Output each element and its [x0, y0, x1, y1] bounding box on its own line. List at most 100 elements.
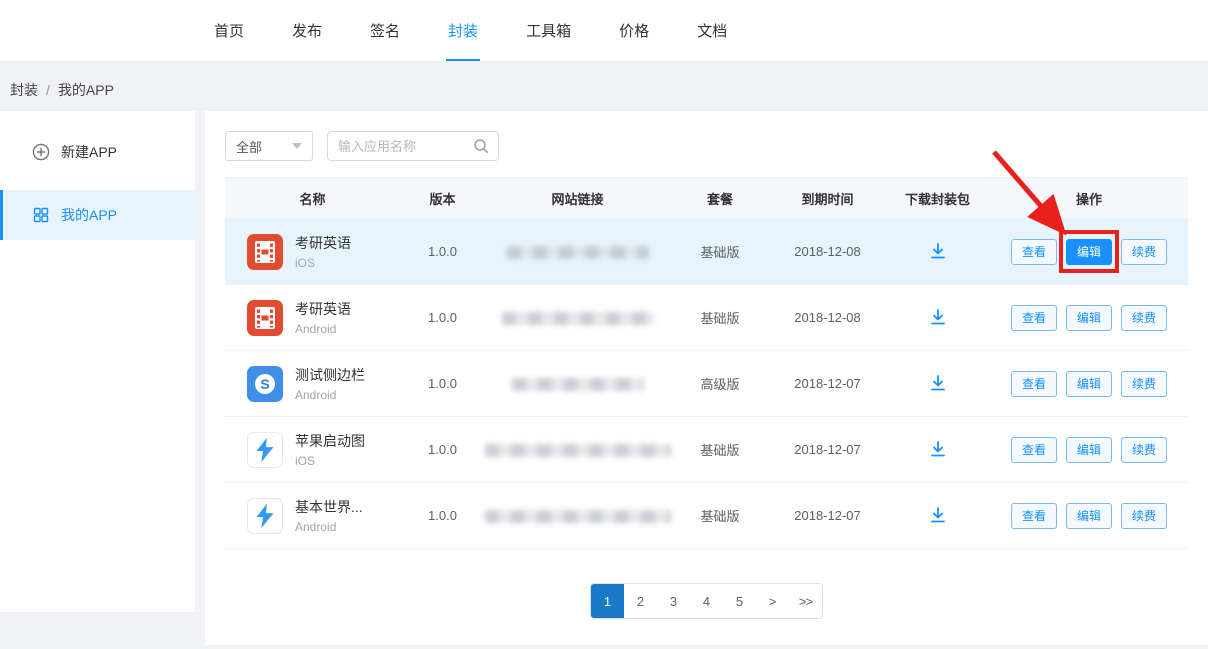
masked-url — [485, 510, 671, 523]
sidebar-item-label: 我的APP — [61, 205, 117, 225]
app-name: 考研英语 — [295, 233, 351, 253]
renew-button[interactable]: 续费 — [1121, 503, 1167, 529]
breadcrumb-page: 我的APP — [58, 80, 114, 100]
page-button-3[interactable]: 3 — [657, 584, 690, 618]
sidebar-item-new-app[interactable]: 新建APP — [0, 127, 195, 177]
renew-button[interactable]: 续费 — [1121, 239, 1167, 265]
app-icon-film — [247, 300, 283, 336]
masked-url — [485, 444, 671, 457]
download-icon — [928, 373, 948, 393]
app-plan: 基础版 — [670, 242, 770, 261]
masked-url — [507, 246, 649, 259]
app-expiry: 2018-12-08 — [770, 244, 885, 259]
app-version: 1.0.0 — [400, 442, 485, 457]
breadcrumb-separator: / — [46, 82, 50, 98]
breadcrumb-section[interactable]: 封装 — [10, 80, 38, 100]
app-search — [327, 131, 499, 161]
nav-item-toolbox[interactable]: 工具箱 — [502, 0, 595, 61]
sidebar-item-my-app[interactable]: 我的APP — [0, 190, 195, 240]
col-header-plan: 套餐 — [670, 189, 770, 208]
download-icon — [928, 439, 948, 459]
col-header-actions: 操作 — [990, 189, 1188, 208]
col-header-name: 名称 — [225, 189, 400, 208]
app-version: 1.0.0 — [400, 376, 485, 391]
table-header: 名称 版本 网站链接 套餐 到期时间 下载封装包 操作 — [225, 177, 1188, 219]
pagination: 1 2 3 4 5 > >> — [590, 583, 823, 619]
app-icon-bolt — [247, 498, 283, 534]
category-dropdown[interactable]: 全部 — [225, 131, 313, 161]
svg-text:S: S — [260, 376, 269, 392]
main-content: 全部 名称 版本 网站链接 套餐 到期时间 下载封装包 操作 — [205, 111, 1208, 645]
last-page-button[interactable]: >> — [789, 584, 822, 618]
page-button-1[interactable]: 1 — [591, 584, 624, 618]
download-package-button[interactable] — [926, 239, 950, 263]
view-button[interactable]: 查看 — [1011, 503, 1057, 529]
view-button[interactable]: 查看 — [1011, 371, 1057, 397]
category-dropdown-value: 全部 — [236, 137, 262, 156]
top-nav: 首页 发布 签名 封装 工具箱 价格 文档 — [0, 0, 1208, 62]
download-icon — [928, 307, 948, 327]
grid-icon — [32, 206, 50, 224]
app-platform: Android — [295, 520, 363, 534]
app-name: 考研英语 — [295, 299, 351, 319]
download-icon — [928, 241, 948, 261]
masked-url — [502, 312, 654, 325]
view-button[interactable]: 查看 — [1011, 305, 1057, 331]
renew-button[interactable]: 续费 — [1121, 437, 1167, 463]
download-icon — [928, 505, 948, 525]
app-name: 苹果启动图 — [295, 431, 365, 451]
edit-button[interactable]: 编辑 — [1066, 239, 1112, 265]
view-button[interactable]: 查看 — [1011, 437, 1057, 463]
search-icon[interactable] — [472, 137, 490, 155]
nav-item-publish[interactable]: 发布 — [268, 0, 346, 61]
renew-button[interactable]: 续费 — [1121, 305, 1167, 331]
col-header-download: 下载封装包 — [885, 189, 990, 208]
app-expiry: 2018-12-07 — [770, 508, 885, 523]
nav-item-home[interactable]: 首页 — [190, 0, 268, 61]
app-platform: iOS — [295, 454, 365, 468]
next-page-button[interactable]: > — [756, 584, 789, 618]
table-row: 苹果启动图 iOS 1.0.0 基础版 2018-12-07 查看 编辑 续费 — [225, 417, 1188, 483]
app-plan: 基础版 — [670, 308, 770, 327]
table-row: 考研英语 Android 1.0.0 基础版 2018-12-08 查看 编辑 … — [225, 285, 1188, 351]
table-row: S 测试侧边栏 Android 1.0.0 高级版 2018-12-07 查看 … — [225, 351, 1188, 417]
page-button-2[interactable]: 2 — [624, 584, 657, 618]
col-header-expiry: 到期时间 — [770, 189, 885, 208]
edit-button[interactable]: 编辑 — [1066, 371, 1112, 397]
app-name: 基本世界... — [295, 497, 363, 517]
edit-button[interactable]: 编辑 — [1066, 503, 1112, 529]
renew-button[interactable]: 续费 — [1121, 371, 1167, 397]
app-version: 1.0.0 — [400, 244, 485, 259]
download-package-button[interactable] — [926, 437, 950, 461]
download-package-button[interactable] — [926, 305, 950, 329]
nav-item-price[interactable]: 价格 — [595, 0, 673, 61]
page-button-5[interactable]: 5 — [723, 584, 756, 618]
col-header-version: 版本 — [400, 189, 485, 208]
download-package-button[interactable] — [926, 503, 950, 527]
app-expiry: 2018-12-07 — [770, 376, 885, 391]
filter-bar: 全部 — [225, 131, 1188, 161]
app-plan: 基础版 — [670, 506, 770, 525]
app-icon-bolt — [247, 432, 283, 468]
page-button-4[interactable]: 4 — [690, 584, 723, 618]
nav-item-sign[interactable]: 签名 — [346, 0, 424, 61]
app-icon-browser: S — [247, 366, 283, 402]
table-row: 基本世界... Android 1.0.0 基础版 2018-12-07 查看 … — [225, 483, 1188, 549]
app-version: 1.0.0 — [400, 508, 485, 523]
download-package-button[interactable] — [926, 371, 950, 395]
view-button[interactable]: 查看 — [1011, 239, 1057, 265]
edit-button[interactable]: 编辑 — [1066, 437, 1112, 463]
app-platform: Android — [295, 388, 365, 402]
nav-item-package[interactable]: 封装 — [424, 0, 502, 61]
app-expiry: 2018-12-08 — [770, 310, 885, 325]
search-input[interactable] — [338, 139, 472, 154]
sidebar-item-label: 新建APP — [61, 142, 117, 162]
edit-button[interactable]: 编辑 — [1066, 305, 1112, 331]
app-platform: Android — [295, 322, 351, 336]
masked-url — [512, 378, 644, 391]
app-icon-film — [247, 234, 283, 270]
sidebar: 新建APP 我的APP — [0, 111, 195, 612]
nav-item-docs[interactable]: 文档 — [673, 0, 751, 61]
table-row: 考研英语 iOS 1.0.0 基础版 2018-12-08 查看 编辑 续费 — [225, 219, 1188, 285]
breadcrumb: 封装 / 我的APP — [10, 80, 114, 100]
